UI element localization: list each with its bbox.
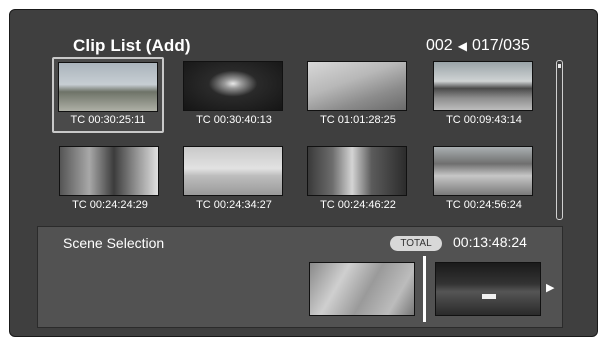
scene-clip-thumbnail-2[interactable] bbox=[435, 262, 541, 316]
clip-thumbnail-3[interactable]: TC 01:01:28:25 bbox=[302, 57, 414, 133]
clip-position: 017/035 bbox=[471, 37, 530, 54]
scene-selection-panel: Scene Selection TOTAL 00:13:48:24 ▶ bbox=[37, 226, 563, 328]
clip-image bbox=[307, 146, 407, 196]
clip-timecode: TC 00:24:24:29 bbox=[72, 199, 148, 211]
clip-image bbox=[183, 146, 283, 196]
clip-thumbnail-2[interactable]: TC 00:30:40:13 bbox=[178, 57, 290, 133]
clip-thumbnail-4[interactable]: TC 00:09:43:14 bbox=[428, 57, 540, 133]
clip-timecode: TC 00:24:56:24 bbox=[446, 199, 522, 211]
page-title: Clip List (Add) bbox=[73, 36, 191, 55]
scene-clip-thumbnail-1[interactable] bbox=[309, 262, 415, 316]
scrollbar-thumb[interactable] bbox=[558, 64, 561, 68]
clip-timecode: TC 00:30:40:13 bbox=[196, 114, 272, 126]
clip-timecode: TC 01:01:28:25 bbox=[320, 114, 396, 126]
scene-selection-label: Scene Selection bbox=[63, 235, 165, 251]
insert-cursor bbox=[423, 256, 426, 322]
total-badge: TOTAL bbox=[390, 236, 442, 251]
clip-list-screen: Clip List (Add) 002 ◀ 017/035 TC 00:30:2… bbox=[9, 9, 598, 337]
clip-image bbox=[433, 146, 533, 196]
clip-thumbnail-1[interactable]: TC 00:30:25:11 bbox=[52, 57, 164, 133]
clip-list-scrollbar[interactable] bbox=[556, 60, 563, 220]
clip-thumbnail-6[interactable]: TC 00:24:34:27 bbox=[178, 142, 290, 218]
right-triangle-icon[interactable]: ▶ bbox=[546, 283, 554, 294]
clip-image bbox=[58, 62, 158, 112]
clip-image bbox=[433, 61, 533, 111]
clip-thumbnail-7[interactable]: TC 00:24:46:22 bbox=[302, 142, 414, 218]
clip-image bbox=[307, 61, 407, 111]
clip-image bbox=[183, 61, 283, 111]
clip-timecode: TC 00:30:25:11 bbox=[70, 114, 146, 126]
left-triangle-icon: ◀ bbox=[457, 39, 467, 53]
clip-thumbnail-5[interactable]: TC 00:24:24:29 bbox=[54, 142, 166, 218]
clip-image bbox=[59, 146, 159, 196]
clip-number: 002 bbox=[426, 37, 453, 54]
clip-timecode: TC 00:24:46:22 bbox=[320, 199, 396, 211]
clip-timecode: TC 00:09:43:14 bbox=[446, 114, 522, 126]
clip-counter: 002 ◀ 017/035 bbox=[426, 37, 530, 55]
total-duration: 00:13:48:24 bbox=[453, 234, 527, 250]
scene-image-highlight bbox=[482, 294, 496, 299]
clip-thumbnail-8[interactable]: TC 00:24:56:24 bbox=[428, 142, 540, 218]
clip-timecode: TC 00:24:34:27 bbox=[196, 199, 272, 211]
